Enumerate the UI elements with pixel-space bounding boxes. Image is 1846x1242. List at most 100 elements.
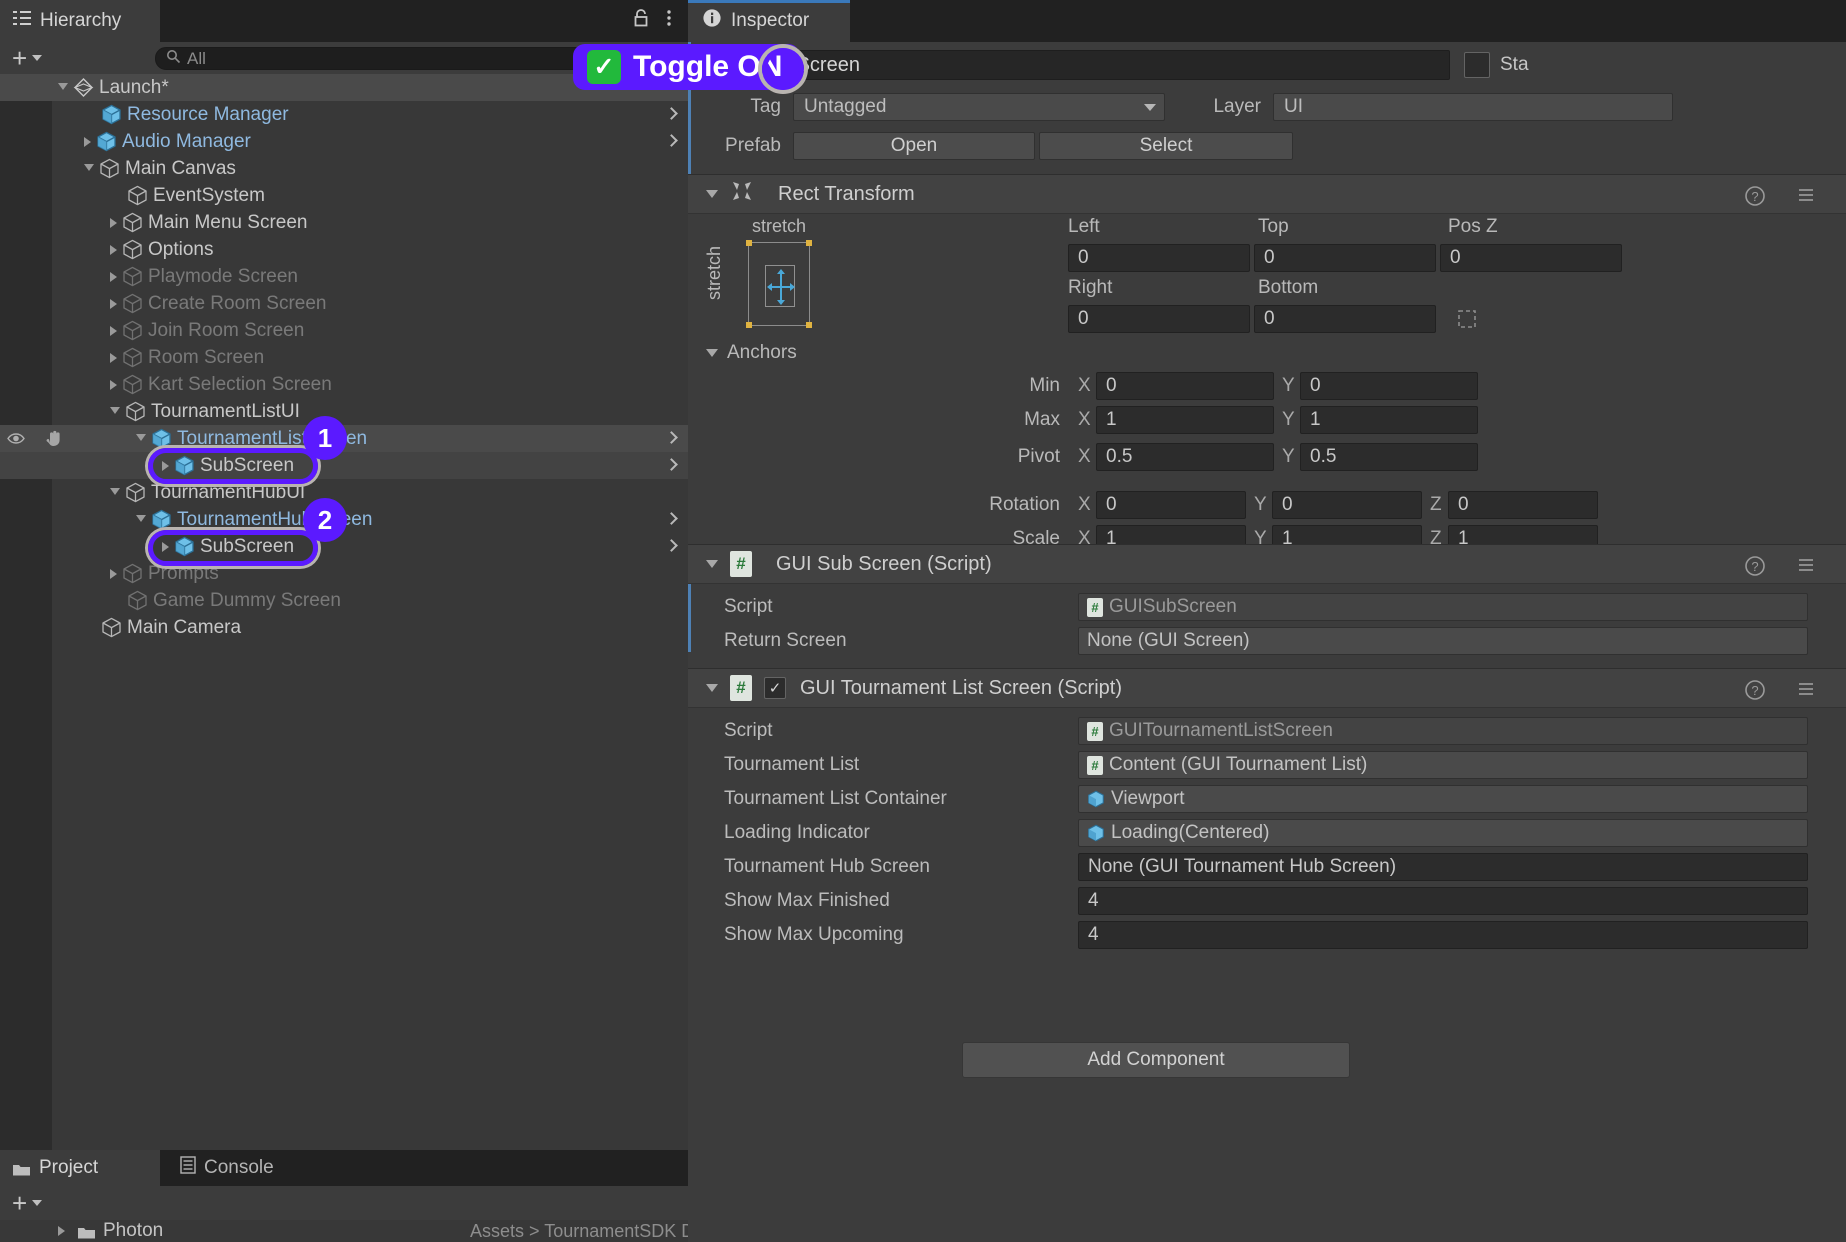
- rect-transform-header[interactable]: Rect Transform ?: [688, 174, 1846, 214]
- property-value-input[interactable]: 4: [1078, 887, 1808, 915]
- project-tree-item-photon[interactable]: Photon: [0, 1220, 430, 1242]
- pivot-x-input[interactable]: 0.5: [1096, 443, 1274, 471]
- hierarchy-row[interactable]: TournamentHubUI: [0, 479, 688, 506]
- add-component-button[interactable]: Add Component: [962, 1042, 1350, 1078]
- rotation-z-input[interactable]: 0: [1448, 491, 1598, 519]
- prefab-open-chevron-icon[interactable]: [665, 458, 678, 471]
- chevron-right-icon[interactable]: [110, 326, 117, 336]
- hierarchy-row[interactable]: SubScreen: [0, 533, 688, 560]
- foldout-open-icon[interactable]: [706, 684, 718, 692]
- anchor-max-y-input[interactable]: 1: [1300, 406, 1478, 434]
- gui-tournament-list-screen-header[interactable]: # ✓ GUI Tournament List Screen (Script) …: [688, 668, 1846, 708]
- rotation-x-input[interactable]: 0: [1096, 491, 1246, 519]
- chevron-right-icon[interactable]: [110, 353, 117, 363]
- svg-text:?: ?: [1751, 189, 1758, 204]
- lock-icon[interactable]: [632, 8, 650, 34]
- component-menu-icon[interactable]: [1796, 555, 1816, 581]
- tab-hierarchy[interactable]: Hierarchy: [0, 0, 160, 42]
- chevron-down-icon[interactable]: [136, 515, 146, 527]
- chevron-right-icon[interactable]: [110, 380, 117, 390]
- bottom-input[interactable]: 0: [1254, 305, 1436, 333]
- property-object-field[interactable]: Loading(Centered): [1078, 819, 1808, 847]
- layer-dropdown[interactable]: UI: [1273, 93, 1673, 121]
- hierarchy-row[interactable]: Kart Selection Screen: [0, 371, 688, 398]
- hierarchy-row[interactable]: Options: [0, 236, 688, 263]
- hierarchy-row[interactable]: Resource Manager: [0, 101, 688, 128]
- hierarchy-row[interactable]: Main Menu Screen: [0, 209, 688, 236]
- prefab-open-chevron-icon[interactable]: [665, 134, 678, 147]
- property-value-text: 4: [1088, 890, 1099, 912]
- prefab-open-chevron-icon[interactable]: [665, 431, 678, 444]
- foldout-open-icon[interactable]: [706, 560, 718, 568]
- visibility-toggle-icons[interactable]: [6, 425, 64, 452]
- foldout-open-icon[interactable]: [706, 349, 718, 357]
- chevron-down-icon[interactable]: [84, 164, 94, 176]
- anchor-preset-widget[interactable]: stretch stretch: [718, 214, 838, 344]
- hierarchy-row[interactable]: Main Camera: [0, 614, 688, 641]
- chevron-down-icon[interactable]: [58, 83, 68, 95]
- hierarchy-add-button[interactable]: +: [0, 49, 52, 67]
- hierarchy-tree[interactable]: Launch*Resource ManagerAudio ManagerMain…: [0, 74, 688, 1150]
- gui-sub-screen-header[interactable]: # GUI Sub Screen (Script) ?: [688, 544, 1846, 584]
- pivot-y-input[interactable]: 0.5: [1300, 443, 1478, 471]
- gameobject-name-input[interactable]: SubScreen: [750, 50, 1450, 80]
- help-icon[interactable]: ?: [1744, 555, 1766, 583]
- chevron-down-icon[interactable]: [136, 434, 146, 446]
- prefab-open-chevron-icon[interactable]: [665, 107, 678, 120]
- chevron-right-icon[interactable]: [84, 137, 91, 147]
- property-value-input[interactable]: 4: [1078, 921, 1808, 949]
- chevron-down-icon[interactable]: [110, 407, 120, 419]
- hierarchy-row[interactable]: SubScreen: [0, 452, 688, 479]
- prefab-open-chevron-icon[interactable]: [665, 512, 678, 525]
- component-enabled-checkbox[interactable]: ✓: [764, 677, 786, 699]
- chevron-right-icon[interactable]: [58, 1226, 65, 1236]
- property-object-field[interactable]: #Content (GUI Tournament List): [1078, 751, 1808, 779]
- hierarchy-row[interactable]: Room Screen: [0, 344, 688, 371]
- tab-console[interactable]: Console: [160, 1150, 294, 1186]
- top-input[interactable]: 0: [1254, 244, 1436, 272]
- hierarchy-row[interactable]: Join Room Screen: [0, 317, 688, 344]
- hierarchy-row[interactable]: EventSystem: [0, 182, 688, 209]
- anchor-min-y-input[interactable]: 0: [1300, 372, 1478, 400]
- posz-input[interactable]: 0: [1440, 244, 1622, 272]
- help-icon[interactable]: ?: [1744, 679, 1766, 707]
- chevron-right-icon[interactable]: [110, 569, 117, 579]
- anchors-foldout[interactable]: Anchors: [706, 342, 797, 364]
- prefab-open-button[interactable]: Open: [793, 132, 1035, 160]
- project-add-button[interactable]: +: [0, 1194, 52, 1212]
- prefab-open-chevron-icon[interactable]: [665, 539, 678, 552]
- chevron-right-icon[interactable]: [110, 272, 117, 282]
- hierarchy-row[interactable]: Prompts: [0, 560, 688, 587]
- component-menu-icon[interactable]: [1796, 679, 1816, 705]
- hierarchy-row[interactable]: Main Canvas: [0, 155, 688, 182]
- right-input[interactable]: 0: [1068, 305, 1250, 333]
- tab-inspector[interactable]: Inspector: [688, 0, 850, 42]
- static-checkbox[interactable]: [1464, 52, 1490, 78]
- anchor-max-x-input[interactable]: 1: [1096, 406, 1274, 434]
- anchor-min-x-input[interactable]: 0: [1096, 372, 1274, 400]
- prefab-select-button[interactable]: Select: [1039, 132, 1293, 160]
- tab-project[interactable]: Project: [0, 1150, 160, 1186]
- project-breadcrumb[interactable]: Assets > TournamentSDK Demo: [430, 1221, 729, 1242]
- help-icon[interactable]: ?: [1744, 185, 1766, 213]
- chevron-right-icon[interactable]: [110, 245, 117, 255]
- tag-dropdown[interactable]: Untagged: [793, 93, 1165, 121]
- kebab-menu-icon[interactable]: [666, 8, 672, 34]
- chevron-down-icon[interactable]: [110, 488, 120, 500]
- hierarchy-row[interactable]: TournamentListUI: [0, 398, 688, 425]
- property-object-field[interactable]: Viewport: [1078, 785, 1808, 813]
- chevron-right-icon[interactable]: [110, 218, 117, 228]
- hierarchy-row[interactable]: Game Dummy Screen: [0, 587, 688, 614]
- left-input[interactable]: 0: [1068, 244, 1250, 272]
- property-value-input[interactable]: None (GUI Tournament Hub Screen): [1078, 853, 1808, 881]
- inspector-panel: Inspector ✓ SubScreen Sta Tag Untagged: [688, 0, 1846, 1242]
- hierarchy-row[interactable]: Audio Manager: [0, 128, 688, 155]
- component-menu-icon[interactable]: [1796, 185, 1816, 211]
- return-screen-objectfield[interactable]: None (GUI Screen): [1078, 627, 1808, 655]
- hierarchy-row[interactable]: Playmode Screen: [0, 263, 688, 290]
- foldout-open-icon[interactable]: [706, 190, 718, 198]
- hierarchy-row[interactable]: Create Room Screen: [0, 290, 688, 317]
- blueprint-icon[interactable]: [1440, 305, 1494, 333]
- chevron-right-icon[interactable]: [110, 299, 117, 309]
- rotation-y-input[interactable]: 0: [1272, 491, 1422, 519]
